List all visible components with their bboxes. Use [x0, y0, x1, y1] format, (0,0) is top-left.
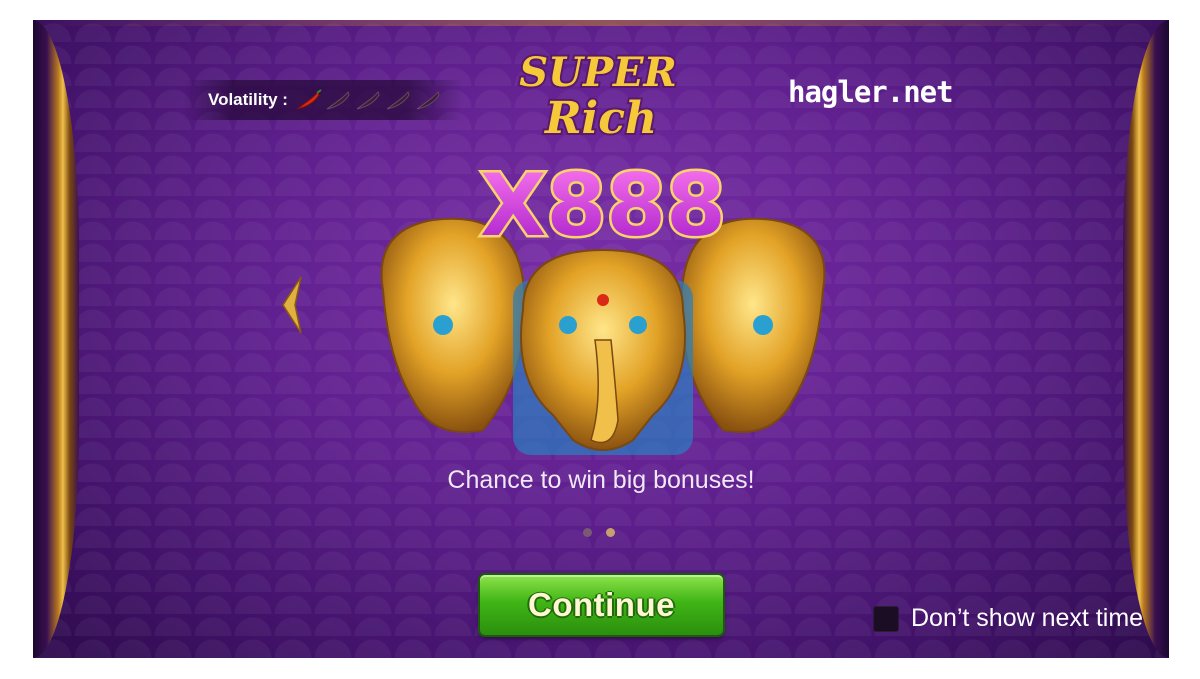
- dont-show-label: Don’t show next time: [911, 604, 1144, 632]
- chili-icon: [356, 90, 380, 110]
- chili-icon: [416, 90, 440, 110]
- svg-text:Rich: Rich: [543, 93, 657, 144]
- previous-slide-arrow[interactable]: [279, 275, 305, 335]
- continue-button[interactable]: Continue: [480, 575, 723, 635]
- pagination-dot-active[interactable]: [606, 528, 615, 537]
- volatility-meter: Volatility :: [183, 80, 463, 120]
- top-glow: [33, 20, 1169, 26]
- chili-icon: [296, 89, 322, 110]
- bonus-tagline: Chance to win big bonuses!: [447, 466, 755, 494]
- center-elephant-head: [513, 248, 693, 455]
- super-rich-logo: SUPER Rich: [517, 47, 679, 146]
- slide-pagination: [583, 528, 615, 537]
- continue-button-label: Continue: [528, 586, 675, 623]
- left-ornate-frame: [33, 20, 79, 658]
- svg-text:SUPER: SUPER: [519, 49, 677, 96]
- dont-show-toggle[interactable]: Don’t show next time: [873, 604, 1143, 633]
- multiplier-text: X888: [480, 156, 726, 256]
- dont-show-checkbox[interactable]: [873, 605, 899, 632]
- chili-icon: [326, 90, 350, 110]
- ganesha-bonus-art: X888: [380, 154, 826, 455]
- right-ornate-frame: [1123, 20, 1169, 658]
- chili-icon: [386, 90, 410, 110]
- watermark-text: hagler.net: [788, 75, 954, 109]
- volatility-label: Volatility :: [208, 90, 288, 109]
- pagination-dot[interactable]: [583, 528, 592, 537]
- game-popup: Volatility : SUPER Rich hagler.net X888 …: [33, 20, 1169, 658]
